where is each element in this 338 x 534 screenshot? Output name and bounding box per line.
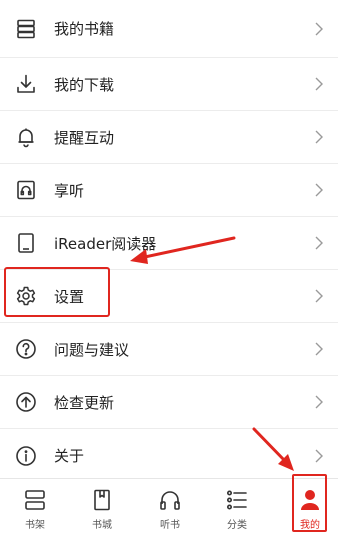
settings-menu-list: 我的书籍 我的下载 提醒互动 享听 iReader阅读器 设置 问题与建议 检查…	[0, 0, 338, 482]
menu-item-my-books[interactable]: 我的书籍	[0, 0, 338, 58]
menu-item-about[interactable]: 关于	[0, 429, 338, 482]
menu-item-label: 检查更新	[54, 393, 115, 412]
ereader-device-icon	[15, 232, 37, 254]
bell-icon	[15, 126, 37, 148]
chevron-right-icon	[314, 289, 324, 303]
menu-item-label: 提醒互动	[54, 128, 115, 147]
chevron-right-icon	[314, 449, 324, 463]
chevron-right-icon	[314, 183, 324, 197]
menu-item-listen[interactable]: 享听	[0, 164, 338, 217]
menu-item-feedback[interactable]: 问题与建议	[0, 323, 338, 376]
chevron-right-icon	[314, 77, 324, 91]
menu-item-my-downloads[interactable]: 我的下载	[0, 58, 338, 111]
menu-item-label: 设置	[54, 287, 85, 306]
menu-item-ireader-device[interactable]: iReader阅读器	[0, 217, 338, 270]
menu-item-reminders[interactable]: 提醒互动	[0, 111, 338, 164]
menu-item-label: 我的下载	[54, 75, 115, 94]
menu-item-label: iReader阅读器	[54, 234, 157, 253]
chevron-right-icon	[314, 342, 324, 356]
tab-label: 书架	[25, 520, 45, 531]
headphones-tab-icon	[158, 488, 182, 512]
download-icon	[15, 73, 37, 95]
gear-icon	[15, 285, 37, 307]
chevron-right-icon	[314, 130, 324, 144]
update-arrow-icon	[15, 391, 37, 413]
category-list-icon	[225, 488, 249, 512]
menu-item-label: 我的书籍	[54, 20, 115, 38]
tab-label: 书城	[92, 520, 112, 531]
profile-person-icon	[298, 488, 322, 512]
tab-label: 分类	[227, 520, 247, 531]
bookstore-tab-icon	[90, 488, 114, 512]
tab-label: 听书	[160, 520, 180, 531]
info-icon	[15, 445, 37, 467]
tab-mine[interactable]: 我的	[285, 479, 335, 534]
chevron-right-icon	[314, 236, 324, 250]
tab-bookstore[interactable]: 书城	[77, 479, 127, 534]
tab-audiobooks[interactable]: 听书	[145, 479, 195, 534]
menu-item-check-update[interactable]: 检查更新	[0, 376, 338, 429]
chevron-right-icon	[314, 22, 324, 36]
tab-bookshelf[interactable]: 书架	[10, 479, 60, 534]
chevron-right-icon	[314, 395, 324, 409]
menu-item-label: 问题与建议	[54, 340, 130, 359]
headphones-book-icon	[15, 179, 37, 201]
help-icon	[15, 338, 37, 360]
tab-label: 我的	[300, 520, 320, 531]
bottom-tab-bar: 书架 书城 听书 分类 我的	[0, 478, 338, 534]
bookshelf-icon	[15, 18, 37, 40]
menu-item-label: 享听	[54, 181, 85, 200]
menu-item-settings[interactable]: 设置	[0, 270, 338, 323]
tab-categories[interactable]: 分类	[212, 479, 262, 534]
menu-item-label: 关于	[54, 447, 85, 465]
bookshelf-tab-icon	[23, 488, 47, 512]
